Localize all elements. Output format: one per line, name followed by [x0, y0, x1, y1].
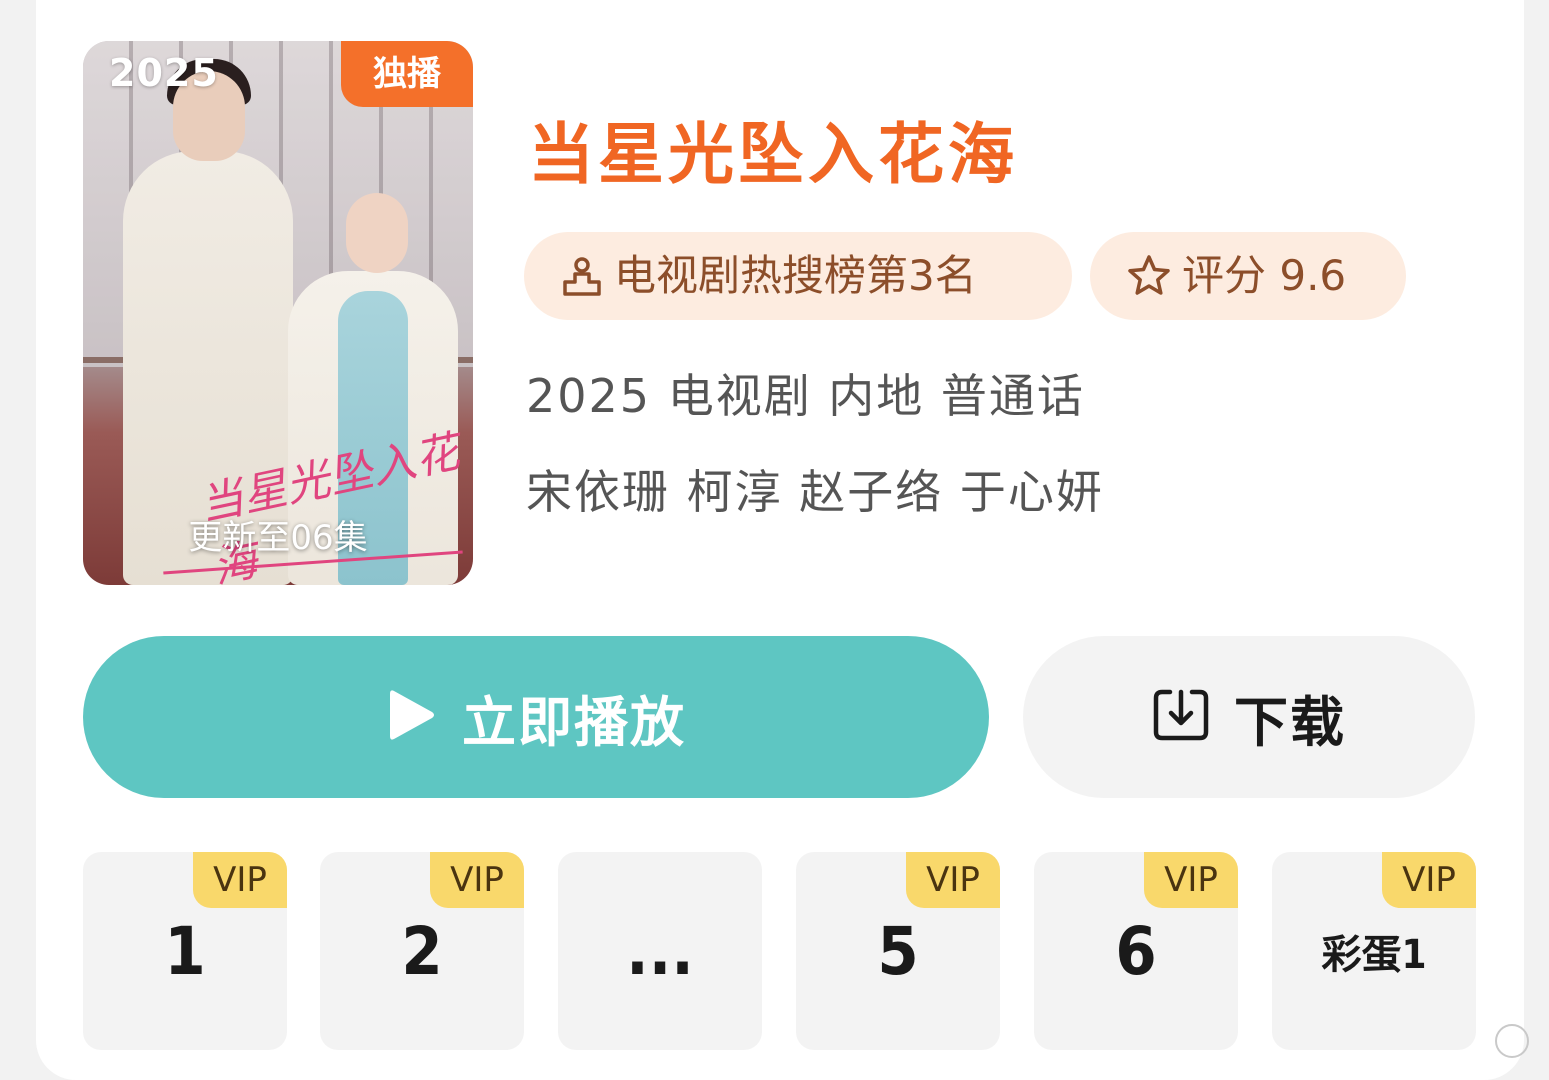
episode-number: 2	[401, 912, 443, 990]
download-icon	[1152, 686, 1210, 748]
poster-year: 2025	[109, 51, 219, 95]
episode-number: 5	[877, 912, 919, 990]
episode-5[interactable]: 5 VIP	[796, 852, 1000, 1050]
exclusive-badge: 独播	[341, 41, 473, 107]
download-button[interactable]: 下载	[1023, 636, 1475, 798]
vip-badge: VIP	[193, 852, 287, 908]
rank-tag[interactable]: 电视剧热搜榜第3名	[524, 232, 1072, 320]
episode-ellipsis: ...	[626, 912, 694, 990]
vip-badge: VIP	[430, 852, 524, 908]
play-now-label: 立即播放	[462, 690, 686, 754]
episode-number: 6	[1115, 912, 1157, 990]
star-icon	[1126, 253, 1172, 299]
vip-badge: VIP	[906, 852, 1000, 908]
episode-6[interactable]: 6 VIP	[1034, 852, 1238, 1050]
vip-badge: VIP	[1382, 852, 1476, 908]
episode-1[interactable]: 1 VIP	[83, 852, 287, 1050]
rank-tag-label: 电视剧热搜榜第3名	[614, 251, 977, 300]
download-label: 下载	[1234, 690, 1346, 754]
play-now-button[interactable]: 立即播放	[83, 636, 989, 798]
episode-bonus[interactable]: 彩蛋1 VIP	[1272, 852, 1476, 1050]
show-cast: 宋依珊 柯淳 赵子络 于心妍	[526, 465, 1104, 519]
watermark-icon	[1495, 1024, 1529, 1058]
episode-more[interactable]: ...	[558, 852, 762, 1050]
show-meta: 2025 电视剧 内地 普通话	[526, 369, 1085, 423]
score-tag-label: 评分 9.6	[1182, 251, 1347, 300]
episode-number: 1	[164, 912, 206, 990]
play-icon	[386, 687, 436, 747]
podium-icon	[560, 254, 604, 298]
show-title: 当星光坠入花海	[528, 116, 1018, 193]
vip-badge: VIP	[1144, 852, 1238, 908]
episode-2[interactable]: 2 VIP	[320, 852, 524, 1050]
score-tag[interactable]: 评分 9.6	[1090, 232, 1406, 320]
episode-number: 彩蛋1	[1321, 932, 1427, 978]
update-status: 更新至06集	[188, 518, 368, 558]
poster-image[interactable]: 当星光坠入花海 2025 独播 更新至06集	[83, 41, 473, 585]
